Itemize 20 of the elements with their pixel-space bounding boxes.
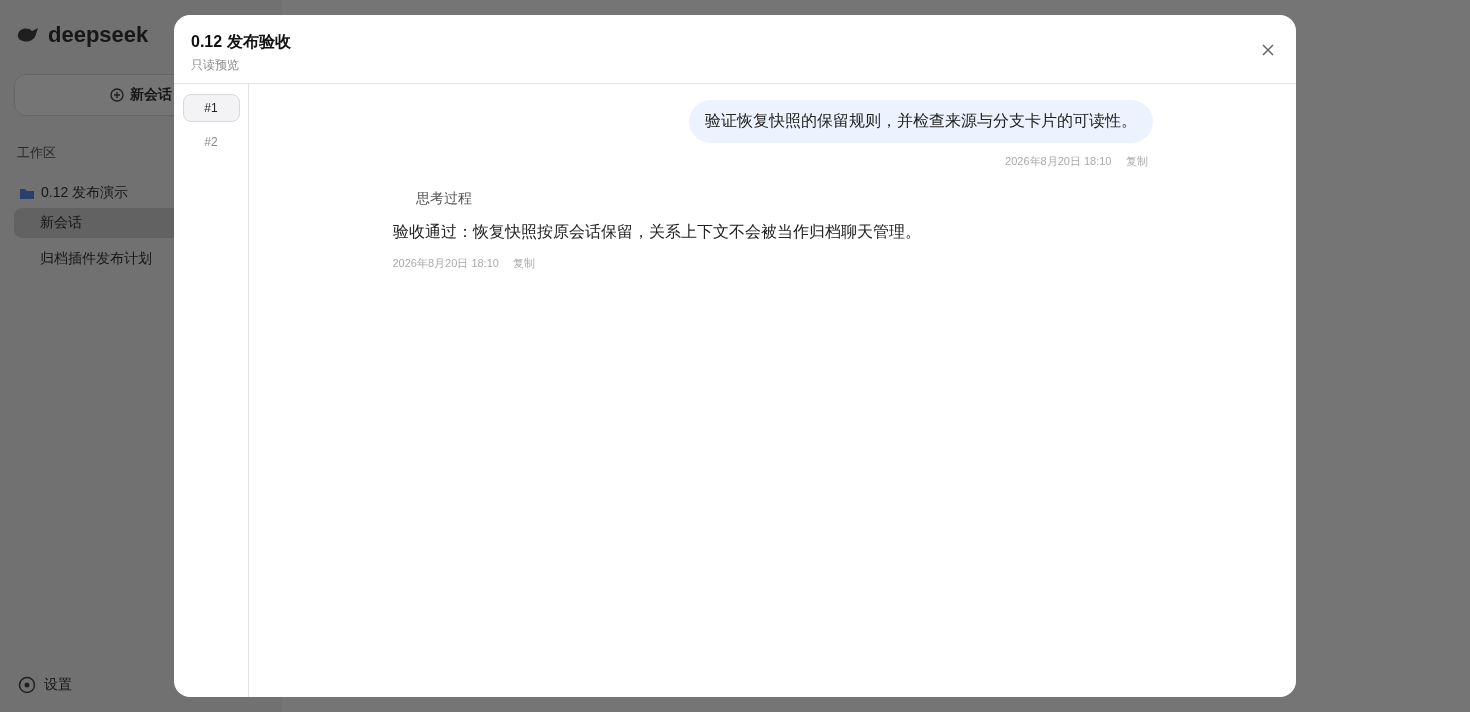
folder-icon [19, 186, 35, 200]
plus-circle-icon [110, 88, 124, 102]
section-label: 工作区 [16, 144, 57, 162]
turn-tab[interactable]: #2 [182, 128, 240, 156]
settings-button[interactable]: 设置 [14, 676, 268, 694]
whale-icon [16, 26, 40, 44]
assistant-message: 验收通过：恢复快照按原会话保留，关系上下文不会被当作归档聊天管理。 [392, 222, 922, 242]
dialog-subtitle: 只读预览 [191, 57, 240, 74]
user-message: 验证恢复快照的保留规则，并检查来源与分支卡片的可读性。 [688, 100, 1153, 143]
timestamp: 2026年8月20日 18:10 [392, 256, 499, 271]
close-icon [1262, 44, 1274, 56]
copy-link[interactable]: 复制 [1125, 154, 1148, 169]
turn-tab[interactable]: #1 [182, 94, 240, 122]
settings-icon [18, 676, 36, 694]
copy-link[interactable]: 复制 [512, 256, 535, 271]
logo-text: deepseek [48, 22, 149, 48]
dialog-title: 0.12 发布验收 [191, 32, 291, 52]
folder-item[interactable]: 0.12 发布演示 [14, 184, 268, 202]
timestamp: 2026年8月20日 18:10 [1005, 154, 1112, 169]
thinking-label[interactable]: 思考过程 [415, 190, 1153, 208]
